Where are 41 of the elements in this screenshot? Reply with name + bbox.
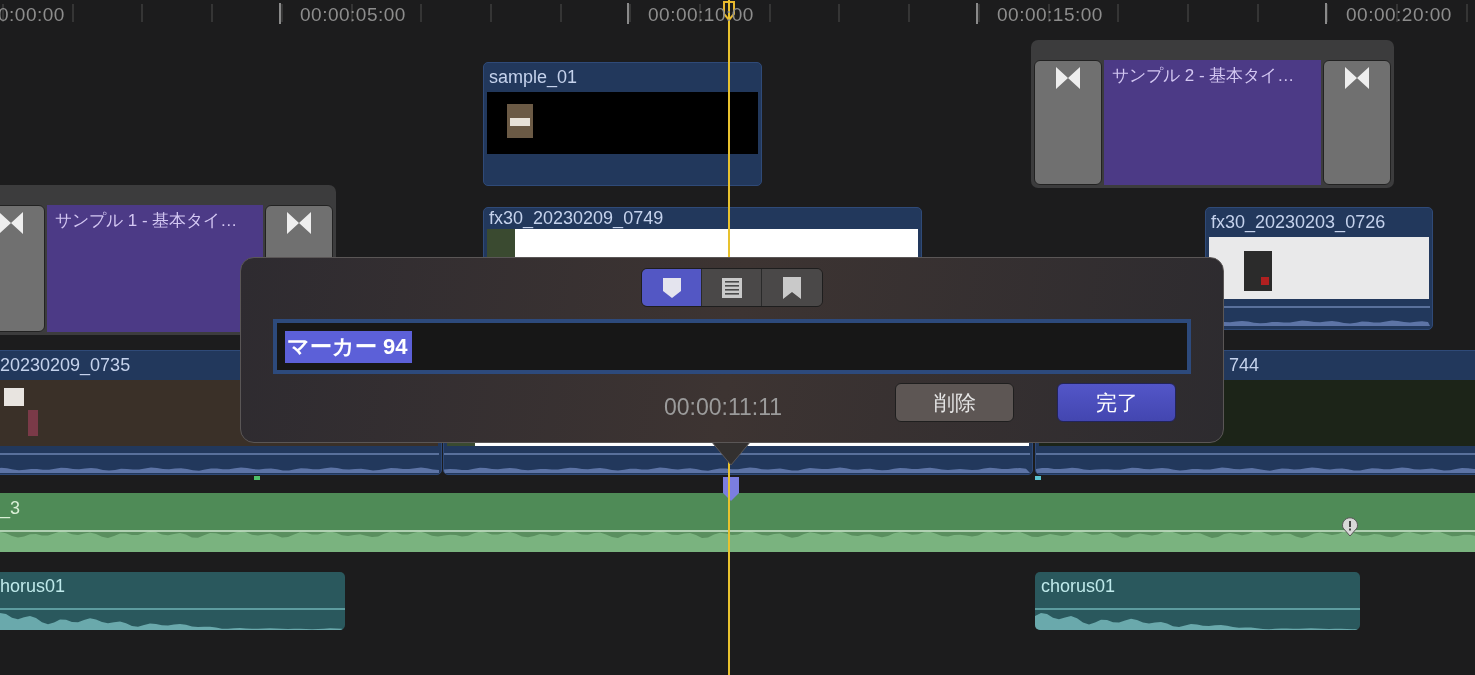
delete-button[interactable]: 削除	[895, 383, 1014, 422]
ruler-timecode: 00:00:15:00	[997, 4, 1103, 26]
clip-name: サンプル 2 - 基本タイ…	[1112, 65, 1295, 87]
audio-clip[interactable]: chorus01	[1035, 572, 1360, 630]
transition-block[interactable]	[1323, 60, 1391, 185]
audio-clip[interactable]: horus01	[0, 572, 345, 630]
ruler-timecode: 00:00:20:00	[1346, 4, 1452, 26]
marker-icon[interactable]	[254, 476, 260, 480]
title-block[interactable]: サンプル 2 - 基本タイ…	[1104, 60, 1321, 185]
list-icon	[721, 277, 742, 298]
transition-icon	[0, 212, 23, 234]
transition-icon	[287, 212, 311, 234]
transition-block[interactable]	[1034, 60, 1102, 185]
todo-tab[interactable]	[702, 269, 762, 306]
clip-name: 20230209_0735	[0, 355, 131, 376]
transition-icon	[1345, 67, 1369, 89]
transition-icon	[1056, 67, 1080, 89]
clip-name: サンプル 1 - 基本タイ…	[55, 210, 238, 232]
marker-icon[interactable]	[1035, 476, 1041, 480]
marker-tab[interactable]	[642, 269, 702, 306]
clip-name: 744	[1229, 355, 1260, 376]
clip-name: horus01	[0, 575, 67, 597]
timecode: 00:00:11:11	[664, 394, 783, 421]
video-clip[interactable]: fx30_20230203_0726	[1205, 207, 1433, 330]
clip-name: _3	[0, 497, 22, 519]
keyframe-icon[interactable]	[1341, 517, 1359, 537]
marker-icon[interactable]	[722, 477, 740, 501]
ruler-timecode: 00:00:05:00	[300, 4, 406, 26]
audio-clip[interactable]: _3	[0, 493, 1475, 552]
chapter-tab[interactable]	[762, 269, 822, 306]
title-clip[interactable]: サンプル 2 - 基本タイ…	[1031, 40, 1394, 188]
title-block[interactable]: サンプル 1 - 基本タイ…	[47, 205, 263, 332]
clip-name: fx30_20230209_0749	[489, 208, 664, 229]
marker-icon	[661, 276, 682, 299]
clip-name: fx30_20230203_0726	[1211, 212, 1386, 233]
bookmark-icon	[783, 276, 801, 299]
clip-name: sample_01	[489, 67, 578, 88]
video-clip[interactable]: sample_01	[483, 62, 762, 186]
clip-name: chorus01	[1040, 575, 1117, 597]
done-button[interactable]: 完了	[1057, 383, 1176, 422]
marker-name-field[interactable]: マーカー 94	[273, 319, 1191, 374]
